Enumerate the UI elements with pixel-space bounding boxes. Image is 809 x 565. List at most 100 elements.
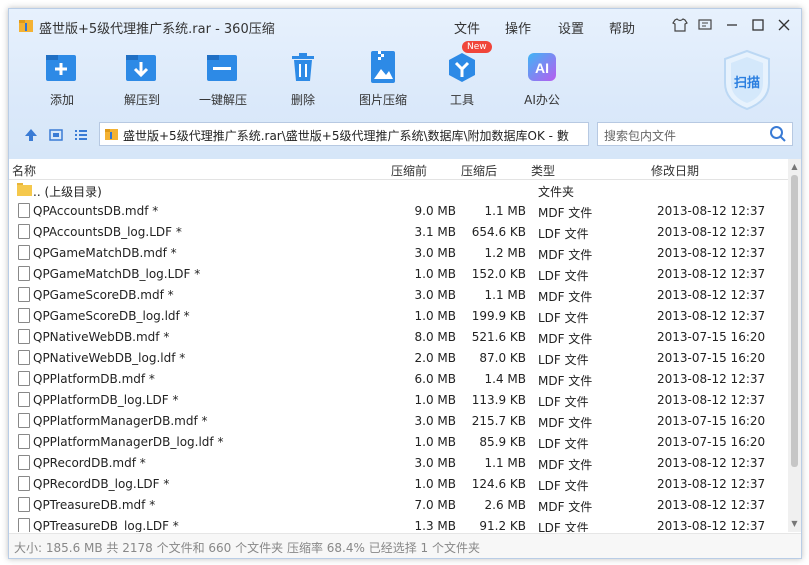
file-size: 9.0 MB (414, 204, 456, 218)
file-icon (18, 266, 30, 281)
one-click-extract-button[interactable]: 一键解压 (188, 49, 258, 108)
file-type: LDF 文件 (538, 311, 589, 325)
scan-button[interactable]: 扫描 (721, 49, 773, 111)
file-icon (18, 224, 30, 239)
path-text: 盛世版+5级代理推广系统.rar\盛世版+5级代理推广系统\数据库\附加数据库O… (123, 129, 569, 143)
file-date: 2013-08-12 12:37 (657, 246, 766, 260)
file-date: 2013-08-12 12:37 (657, 498, 766, 512)
scroll-thumb[interactable] (791, 175, 798, 467)
ai-office-label: AI办公 (524, 93, 560, 107)
close-button[interactable] (773, 14, 795, 36)
one-click-extract-label: 一键解压 (198, 93, 247, 107)
up-arrow-icon[interactable] (23, 127, 39, 143)
file-type: LDF 文件 (538, 479, 589, 493)
file-date: 2013-08-12 12:37 (657, 288, 766, 302)
table-row[interactable]: QPPlatformDB.mdf * 6.0 MB 1.4 MB MDF 文件 2013… (9, 369, 788, 390)
window-title: 盛世版+5级代理推广系统.rar - 360压缩 (39, 22, 275, 37)
tools-label: 工具 (449, 93, 474, 107)
table-row[interactable]: QPGameScoreDB.mdf * 3.0 MB 1.1 MB MDF 文件 201… (9, 285, 788, 306)
file-packed-size: 87.0 KB (479, 351, 526, 365)
file-name: .. (上级目录) (33, 185, 102, 199)
ai-icon-text: AI (535, 60, 549, 76)
file-name: QPAccountsDB_log.LDF * (33, 225, 182, 239)
table-row[interactable]: QPRecordDB_log.LDF * 1.0 MB 124.6 KB LDF 文件… (9, 474, 788, 495)
parent-folder-row[interactable]: .. (上级目录) 文件夹 (9, 180, 788, 201)
file-icon (18, 245, 30, 260)
table-row[interactable]: QPPlatformDB_log.LDF * 1.0 MB 113.9 KB LDF … (9, 390, 788, 411)
table-row[interactable]: QPAccountsDB_log.LDF * 3.1 MB 654.6 KB LDF … (9, 222, 788, 243)
menu-file[interactable]: 文件 (454, 18, 480, 37)
table-row[interactable]: QPTreasureDB.mdf * 7.0 MB 2.6 MB MDF 文件 2013… (9, 495, 788, 516)
path-bar[interactable]: 盛世版+5级代理推广系统.rar\盛世版+5级代理推广系统\数据库\附加数据库O… (99, 122, 589, 146)
file-packed-size: 1.2 MB (484, 246, 526, 260)
file-packed-size: 521.6 KB (471, 330, 526, 344)
search-input[interactable]: 搜索包内文件 (597, 122, 793, 146)
file-icon (18, 413, 30, 428)
scroll-down-icon[interactable]: ▼ (790, 519, 799, 529)
file-date: 2013-08-12 12:37 (657, 225, 766, 239)
table-row[interactable]: QPGameScoreDB_log.ldf * 1.0 MB 199.9 KB LDF… (9, 306, 788, 327)
table-row[interactable]: QPAccountsDB.mdf * 9.0 MB 1.1 MB MDF 文件 2013… (9, 201, 788, 222)
file-name: QPPlatformManagerDB_log.ldf * (33, 435, 224, 449)
file-size: 7.0 MB (414, 498, 456, 512)
file-name: QPNativeWebDB_log.ldf * (33, 351, 186, 365)
file-icon (18, 518, 30, 532)
file-packed-size: 2.6 MB (484, 498, 526, 512)
file-size: 6.0 MB (414, 372, 456, 386)
file-icon (18, 203, 30, 218)
image-compress-button[interactable]: 图片压缩 (348, 49, 418, 108)
menu-operation[interactable]: 操作 (505, 18, 531, 37)
search-icon[interactable] (768, 124, 788, 144)
extract-to-button[interactable]: 解压到 (107, 49, 177, 108)
column-modified[interactable]: 修改日期 (651, 162, 699, 179)
table-row[interactable]: QPTreasureDB_log.LDF * 1.3 MB 91.2 KB LDF 文… (9, 516, 788, 532)
tools-button[interactable]: New 工具 (427, 41, 497, 108)
feedback-icon[interactable] (694, 14, 716, 36)
table-row[interactable]: QPNativeWebDB.mdf * 8.0 MB 521.6 KB MDF 文件 2… (9, 327, 788, 348)
file-type: MDF 文件 (538, 500, 593, 514)
file-icon (18, 287, 30, 302)
thumbnail-view-icon[interactable] (48, 127, 64, 143)
delete-label: 删除 (290, 93, 315, 107)
file-packed-size: 91.2 KB (479, 519, 526, 532)
minimize-button[interactable] (721, 14, 743, 36)
file-packed-size: 124.6 KB (471, 477, 526, 491)
menu-help[interactable]: 帮助 (609, 18, 635, 37)
menu-settings[interactable]: 设置 (558, 18, 584, 37)
ai-office-icon: AI (524, 49, 560, 85)
delete-button[interactable]: 删除 (268, 49, 338, 108)
add-label: 添加 (49, 93, 74, 107)
file-name: QPRecordDB_log.LDF * (33, 477, 170, 491)
table-row[interactable]: QPPlatformManagerDB.mdf * 3.0 MB 215.7 KB M… (9, 411, 788, 432)
column-compressed-before[interactable]: 压缩前 (391, 162, 427, 179)
file-name: QPGameMatchDB.mdf * (33, 246, 177, 260)
ai-office-button[interactable]: AI AI办公 (507, 49, 577, 108)
table-row[interactable]: QPNativeWebDB_log.ldf * 2.0 MB 87.0 KB LDF … (9, 348, 788, 369)
file-packed-size: 1.1 MB (484, 204, 526, 218)
table-row[interactable]: QPGameMatchDB_log.LDF * 1.0 MB 152.0 KB LDF… (9, 264, 788, 285)
table-row[interactable]: QPRecordDB.mdf * 3.0 MB 1.1 MB MDF 文件 2013-0… (9, 453, 788, 474)
file-packed-size: 152.0 KB (471, 267, 526, 281)
file-name: QPTreasureDB_log.LDF * (33, 519, 179, 532)
file-icon (18, 434, 30, 449)
extract-to-label: 解压到 (123, 93, 160, 107)
add-button[interactable]: 添加 (27, 49, 97, 108)
list-view-icon[interactable] (73, 127, 89, 143)
table-row[interactable]: QPGameMatchDB.mdf * 3.0 MB 1.2 MB MDF 文件 201… (9, 243, 788, 264)
file-size: 3.0 MB (414, 288, 456, 302)
vertical-scrollbar[interactable]: ▲ ▼ (788, 159, 801, 532)
file-size: 3.0 MB (414, 456, 456, 470)
file-name: QPGameScoreDB_log.ldf * (33, 309, 190, 323)
skin-icon[interactable] (669, 14, 691, 36)
column-name[interactable]: 名称 (12, 162, 36, 179)
one-click-extract-icon (205, 49, 241, 85)
maximize-button[interactable] (747, 14, 769, 36)
shield-icon: 扫描 (724, 49, 770, 111)
file-type: LDF 文件 (538, 437, 589, 451)
column-compressed-after[interactable]: 压缩后 (461, 162, 497, 179)
scroll-up-icon[interactable]: ▲ (790, 162, 799, 172)
file-icon (18, 497, 30, 512)
file-name: QPGameMatchDB_log.LDF * (33, 267, 201, 281)
table-row[interactable]: QPPlatformManagerDB_log.ldf * 1.0 MB 85.9 … (9, 432, 788, 453)
column-type[interactable]: 类型 (531, 162, 555, 179)
